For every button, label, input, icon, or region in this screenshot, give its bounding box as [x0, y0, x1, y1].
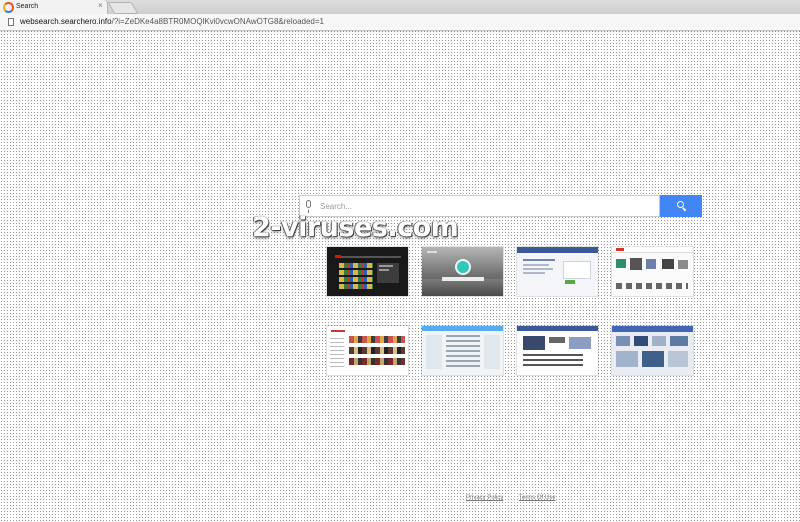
page-icon	[8, 18, 14, 26]
speed-dial-tile-4[interactable]	[612, 247, 693, 296]
tab-close-icon[interactable]: ×	[98, 1, 103, 11]
search-icon	[677, 201, 684, 208]
speed-dial-tile-5[interactable]	[327, 326, 408, 375]
tab-strip: Search ×	[0, 0, 800, 14]
speed-dial-tile-3[interactable]	[517, 247, 598, 296]
speed-dial-tile-8[interactable]	[612, 326, 693, 375]
tab-title: Search	[16, 3, 39, 10]
chrome-shadow	[0, 31, 800, 34]
speed-dial-tile-1[interactable]	[327, 247, 408, 296]
url-text[interactable]: websearch.searchero.info/?i=ZeDKe4a8BTR0…	[20, 17, 324, 27]
speed-dial-tile-2[interactable]	[422, 247, 503, 296]
search-input[interactable]	[320, 199, 650, 213]
address-bar[interactable]: websearch.searchero.info/?i=ZeDKe4a8BTR0…	[0, 14, 800, 31]
speed-dial-tile-7[interactable]	[517, 326, 598, 375]
watermark-logo: 2-viruses.com	[252, 212, 459, 243]
microphone-icon[interactable]	[306, 200, 311, 213]
search-button[interactable]	[660, 195, 702, 217]
new-tab-button[interactable]	[107, 2, 139, 14]
footer-links: Privacy Policy Terms Of Use	[466, 495, 570, 501]
privacy-policy-link[interactable]: Privacy Policy	[466, 495, 503, 501]
url-host: websearch.searchero.info	[20, 17, 112, 26]
terms-of-use-link[interactable]: Terms Of Use	[519, 495, 556, 501]
speed-dial-tile-6[interactable]	[422, 326, 503, 375]
url-query: /?i=ZeDKe4a8BTR0MOQlKvi0vcwONAwOTG8&relo…	[111, 17, 324, 26]
search-favicon-icon	[3, 2, 14, 13]
browser-tab-search[interactable]: Search ×	[0, 0, 108, 14]
